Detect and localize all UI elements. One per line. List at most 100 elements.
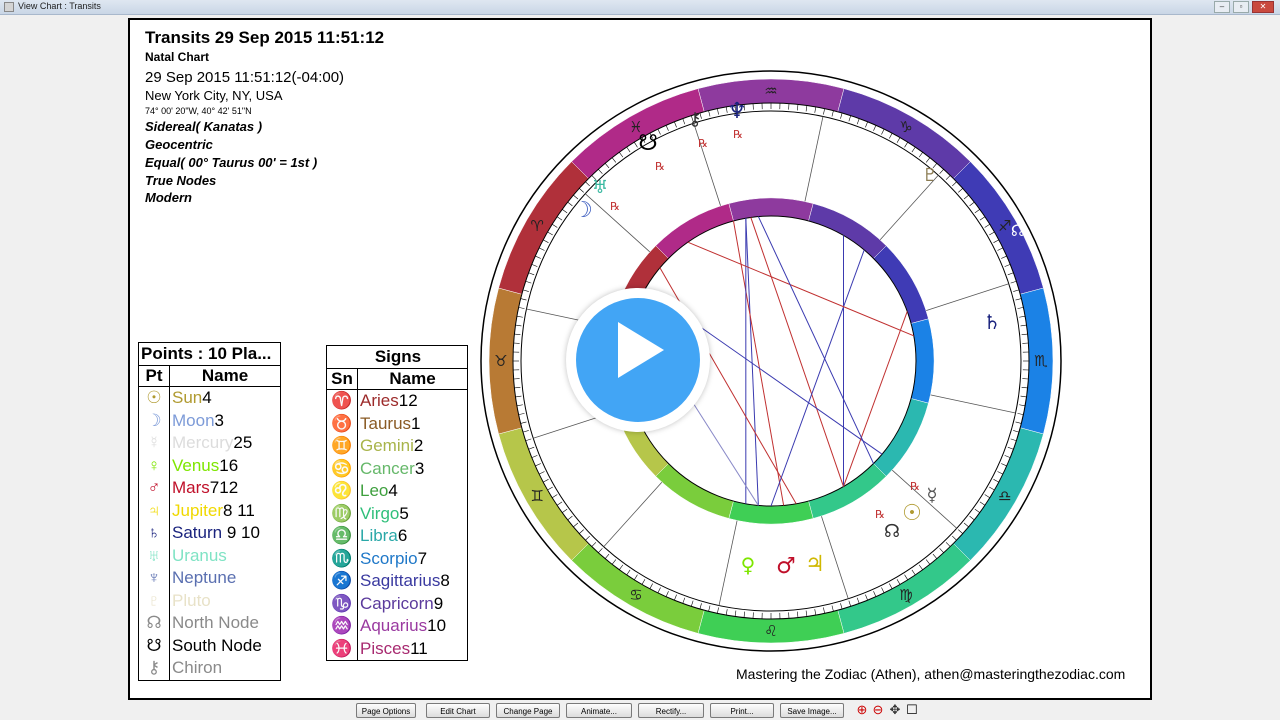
degree-tick [932,553,938,559]
degree-tick [520,421,527,424]
print-button[interactable]: Print... [710,703,774,718]
degree-tick [918,564,923,570]
degree-tick [993,479,999,483]
sign-glyph-icon: ♍ [899,586,912,604]
transit-planet-icon: ♅ [592,177,608,198]
degree-tick [952,181,957,187]
degree-tick [579,188,584,193]
degree-tick [1007,446,1014,450]
degree-tick [865,594,868,601]
degree-tick [1015,298,1022,301]
degree-tick [1001,255,1007,259]
degree-tick [989,486,995,491]
degree-tick [611,559,617,565]
degree-tick [945,175,951,180]
sign-glyph-icon: ♉ [494,352,507,370]
house-cusp-line [820,515,849,599]
zoom-in-icon[interactable]: ⊕ [855,703,869,717]
degree-tick [547,231,553,236]
house-cusp-line [804,116,824,202]
degree-tick [743,611,745,618]
degree-tick [1021,333,1028,335]
degree-tick [823,108,825,115]
sign-glyph-icon: ♑ [899,118,912,136]
degree-tick [1017,413,1024,415]
transit-planet-icon: ♇ [922,165,938,186]
degree-tick [634,574,638,580]
degree-tick [840,603,843,610]
degree-tick [848,115,852,122]
degree-tick [543,239,549,243]
change-page-button[interactable]: Change Page [496,703,560,718]
degree-tick [904,574,908,580]
degree-tick [823,607,825,614]
edit-chart-button[interactable]: Edit Chart [426,703,490,718]
degree-tick [1019,315,1026,318]
degree-tick [516,315,523,318]
degree-tick [725,609,728,616]
degree-tick [674,594,677,601]
video-play-button[interactable] [566,288,710,432]
transit-planet-icon: ☽ [573,198,593,223]
degree-tick [896,579,901,585]
degree-tick [925,559,931,565]
degree-tick [989,231,995,236]
degree-tick [531,455,538,458]
transit-planet-icon: ☋ [638,131,658,156]
retrograde-icon: ℞ [910,480,920,493]
degree-tick [840,112,843,119]
degree-tick [626,146,631,153]
degree-tick [1001,463,1007,467]
degree-tick [538,471,545,475]
degree-tick [848,600,852,607]
transit-planet-icon: ♃ [805,552,825,577]
degree-tick [518,307,525,309]
fit-icon[interactable]: ☐ [905,703,919,717]
degree-tick [1007,272,1014,276]
save-image-button[interactable]: Save Image... [780,703,844,718]
degree-tick [598,169,603,174]
degree-tick [641,579,646,585]
degree-tick [657,587,661,594]
degree-tick [881,128,885,135]
degree-tick [805,610,808,617]
degree-tick [1013,430,1020,433]
degree-tick [856,118,860,125]
degree-tick [865,121,868,128]
degree-tick [690,600,694,607]
transit-planet-icon: ♆ [727,99,747,124]
sign-glyph-icon: ♏ [1034,352,1048,370]
animate-button[interactable]: Animate... [566,703,632,718]
degree-tick [797,104,799,111]
degree-tick [939,169,944,174]
degree-tick [958,529,963,534]
pan-icon[interactable]: ✥ [888,703,902,717]
degree-tick [984,494,990,498]
degree-tick [945,542,951,547]
degree-tick [515,324,522,327]
degree-tick [611,157,617,163]
degree-tick [911,146,916,153]
degree-tick [963,194,969,200]
transit-planet-icon: ♂ [776,554,796,579]
degree-tick [579,529,584,534]
degree-tick [649,583,653,589]
degree-tick [873,125,877,131]
degree-tick [1020,395,1027,398]
degree-tick [567,515,573,521]
rectify-button[interactable]: Rectify... [638,703,704,718]
degree-tick [682,118,686,125]
degree-tick [522,430,529,433]
degree-tick [535,255,541,259]
degree-tick [1020,324,1027,327]
zoom-out-icon[interactable]: ⊖ [871,703,885,717]
degree-tick [604,163,610,169]
page-options-button[interactable]: Page Options [356,703,416,718]
transit-planet-icon: ⚷ [688,109,701,130]
bottom-toolbar: Page Options Edit Chart Change Page Anim… [0,701,1280,720]
degree-tick [522,289,529,292]
degree-tick [997,247,1004,251]
degree-tick [562,508,568,513]
house-cusp-line [925,283,1009,312]
degree-tick [969,201,975,207]
